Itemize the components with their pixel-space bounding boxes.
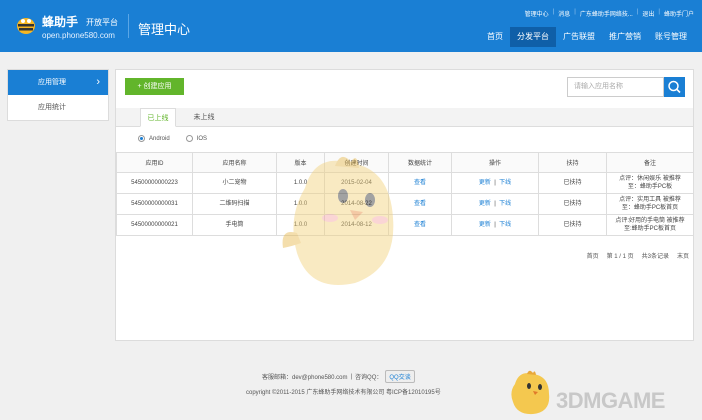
watermark-bird-icon xyxy=(511,370,550,415)
sidebar-item-label: 应用管理 xyxy=(38,79,66,86)
top-link-manage[interactable]: 管理中心 xyxy=(525,9,549,18)
nav-marketing[interactable]: 推广营销 xyxy=(602,27,648,47)
page-title: 管理中心 xyxy=(138,22,191,37)
sidebar-item-label: 应用统计 xyxy=(38,104,66,111)
qq-chat-button[interactable]: QQ交谈 xyxy=(385,370,415,383)
offline-link[interactable]: 下线 xyxy=(499,201,511,207)
radio-dot-icon xyxy=(185,135,193,142)
pager-current: 第 1 / 1 页 xyxy=(606,254,634,260)
cell-notes: 点评：实用工具 被推荐 至：蜂助手PC板首页 xyxy=(606,193,694,215)
col-header-name: 应用名称 xyxy=(192,152,277,173)
note-line: 至：蜂助手PC板首页 xyxy=(621,205,679,211)
offline-link[interactable]: 下线 xyxy=(499,222,511,228)
search-button[interactable] xyxy=(664,77,685,97)
search-icon xyxy=(668,80,681,94)
radio-ios[interactable]: IOS xyxy=(185,135,208,142)
update-link[interactable]: 更新 xyxy=(479,201,491,207)
chevron-right-icon: › xyxy=(96,76,100,88)
cell-notes: 点评:好用的手电筒 被推荐 至:蜂助手PC板首页 xyxy=(606,214,694,236)
footer-contact: 客服邮箱：dev@phone580.com | 咨询QQ： QQ交谈 xyxy=(262,370,415,383)
watermark-text: 3DMGAME xyxy=(556,388,665,413)
footer-qq-label: 咨询QQ： xyxy=(355,375,383,381)
cell-notes: 点评：休闲娱乐 被推荐 至：蜂助手PC板 xyxy=(606,172,694,194)
pagination: 首页 第 1 / 1 页 共3条记录 末页 xyxy=(587,251,689,260)
cell-support: 已扶持 xyxy=(538,172,607,194)
cell-support: 已扶持 xyxy=(538,214,607,236)
cell-actions: 更新 | 下线 xyxy=(451,193,539,215)
sidebar-item-app-stats[interactable]: 应用统计 xyxy=(8,95,108,120)
radio-label: IOS xyxy=(196,135,208,142)
cell-name: 小二宠物 xyxy=(192,172,277,194)
note-line: 点评:好用的手电筒 被推荐 xyxy=(615,218,685,224)
cell-id: 54500000000223 xyxy=(116,172,193,194)
top-link-portal[interactable]: 蜂助手门户 xyxy=(664,9,694,18)
main-nav: 首页 分发平台 广告联盟 推广营销 账号管理 xyxy=(480,27,694,47)
footer-email: 客服邮箱：dev@phone580.com xyxy=(262,375,348,381)
top-link-messages[interactable]: 消息 xyxy=(558,9,570,18)
platform-selector: Android IOS xyxy=(138,135,207,142)
radio-android[interactable]: Android xyxy=(138,135,170,142)
mascot-bird-icon xyxy=(282,156,394,285)
sidebar-item-app-manage[interactable]: 应用管理 › xyxy=(8,70,108,95)
note-line: 点评：实用工具 被推荐 xyxy=(619,197,681,203)
logo-divider xyxy=(128,14,129,38)
view-stats-link[interactable]: 查看 xyxy=(414,222,426,228)
cell-id: 54500000000031 xyxy=(116,193,193,215)
pager-last[interactable]: 末页 xyxy=(677,251,689,260)
nav-ad-alliance[interactable]: 广告联盟 xyxy=(556,27,602,47)
logo-subtitle: 开放平台 xyxy=(86,18,118,27)
cell-id: 54500000000021 xyxy=(116,214,193,236)
cell-actions: 更新 | 下线 xyxy=(451,172,539,194)
offline-link[interactable]: 下线 xyxy=(499,180,511,186)
nav-home[interactable]: 首页 xyxy=(480,27,510,47)
update-link[interactable]: 更新 xyxy=(479,180,491,186)
cell-name: 二维码扫描 xyxy=(192,193,277,215)
pager-total: 共3条记录 xyxy=(641,254,669,260)
view-stats-link[interactable]: 查看 xyxy=(414,180,426,186)
cell-name: 手电筒 xyxy=(192,214,277,236)
logo-url: open.phone580.com xyxy=(42,31,115,40)
update-link[interactable]: 更新 xyxy=(479,222,491,228)
nav-distribution[interactable]: 分发平台 xyxy=(510,27,556,47)
tab-online[interactable]: 已上线 xyxy=(140,108,176,127)
nav-account[interactable]: 账号管理 xyxy=(648,27,694,47)
col-header-id: 应用ID xyxy=(116,152,193,173)
footer-copyright: copyright ©2011-2015 广东蜂助手网络技术有限公司 粤ICP备… xyxy=(246,390,441,396)
sidebar: 应用管理 › 应用统计 xyxy=(7,69,109,121)
status-tabs: 已上线 未上线 xyxy=(116,108,693,127)
create-app-button[interactable]: + 创建应用 xyxy=(125,78,184,95)
top-link-account[interactable]: 广东蜂助手网络技... xyxy=(580,9,633,18)
top-link-logout[interactable]: 退出 xyxy=(642,9,654,18)
col-header-notes: 备注 xyxy=(606,152,694,173)
tab-offline[interactable]: 未上线 xyxy=(186,108,222,127)
radio-dot-icon xyxy=(138,135,145,142)
top-links: 管理中心 | 消息 | 广东蜂助手网络技... | 退出 | 蜂助手门户 xyxy=(524,9,694,18)
pager-first[interactable]: 首页 xyxy=(587,251,599,260)
col-header-support: 扶持 xyxy=(538,152,607,173)
radio-label: Android xyxy=(149,135,170,142)
cell-support: 已扶持 xyxy=(538,193,607,215)
note-line: 至：蜂助手PC板 xyxy=(627,184,673,190)
cell-actions: 更新 | 下线 xyxy=(451,214,539,236)
header: 蜂助手 开放平台 open.phone580.com 管理中心 管理中心 | 消息… xyxy=(0,0,702,52)
view-stats-link[interactable]: 查看 xyxy=(414,201,426,207)
search-input[interactable]: 请输入应用名称 xyxy=(567,77,664,97)
note-line: 至:蜂助手PC板首页 xyxy=(623,226,676,232)
bee-logo-icon xyxy=(17,18,35,34)
logo-name: 蜂助手 xyxy=(42,15,79,29)
col-header-actions: 操作 xyxy=(451,152,539,173)
note-line: 点评：休闲娱乐 被推荐 xyxy=(619,176,681,182)
